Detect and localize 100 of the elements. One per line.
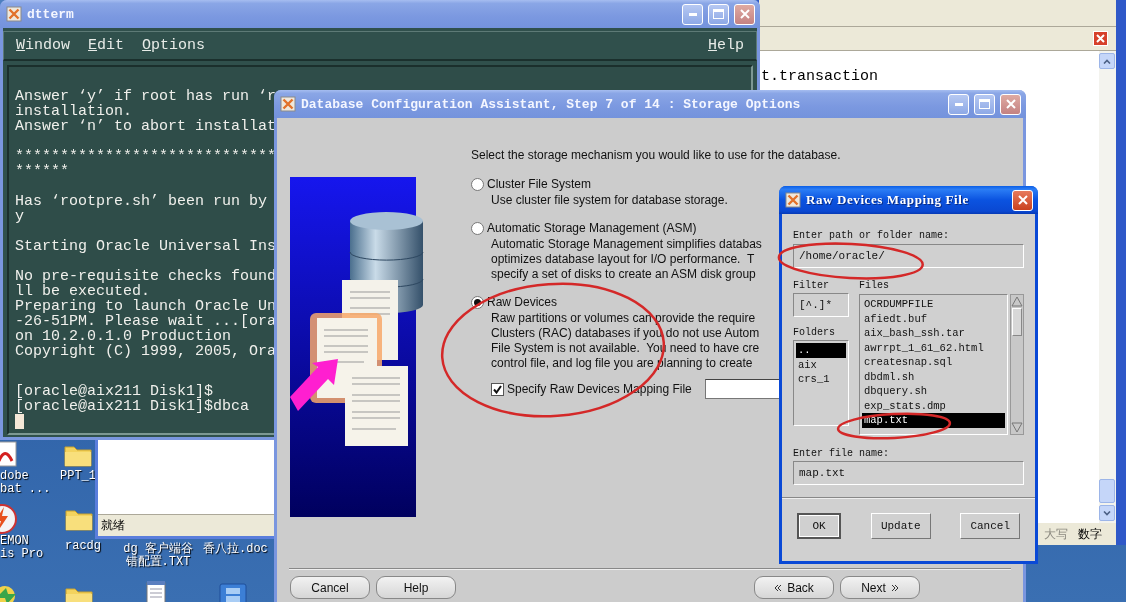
description-line: Automatic Storage Management simplifies databas xyxy=(491,237,762,252)
dialog-button[interactable]: Update xyxy=(870,513,931,539)
option-label[interactable]: Automatic Storage Management (ASM) xyxy=(487,221,697,235)
nav-button[interactable]: Next xyxy=(840,576,920,599)
maximize-button[interactable] xyxy=(708,3,729,25)
description-line: optimizes database layout for I/O performance. T xyxy=(491,252,755,267)
option-label[interactable]: Cluster File System xyxy=(487,177,592,191)
terminal-line: ***************************** xyxy=(15,149,277,164)
terminal-line: Has ‘rootpre.sh’ been run by xyxy=(15,194,268,209)
nav-button[interactable]: Back xyxy=(754,576,834,599)
field-label: Folders xyxy=(793,326,835,340)
terminal-line: Copyright (C) 1999, 2005, Ora xyxy=(15,344,277,359)
icon-label[interactable]: dg 客户端谷错配置.TXT xyxy=(122,543,194,569)
list-item[interactable]: .. xyxy=(796,343,846,358)
description-line: Use cluster file system for database storage. xyxy=(491,193,728,208)
list-item[interactable]: afiedt.buf xyxy=(862,311,1005,326)
terminal-line: [oracle@aix211 Disk1]$dbca xyxy=(15,399,250,414)
terminal-line: installation. xyxy=(15,104,133,119)
text-line: t.transaction xyxy=(761,68,880,85)
check-icon xyxy=(493,384,502,394)
list-item[interactable]: dbdml.sh xyxy=(862,369,1005,384)
scroll-up-icon[interactable] xyxy=(1103,58,1111,64)
maximize-button[interactable] xyxy=(974,93,995,115)
filter-field[interactable]: [^.]* xyxy=(793,293,849,317)
description-line: Raw partitions or volumes can provide the require xyxy=(491,311,756,326)
icon-label[interactable]: PPT_1 xyxy=(60,470,96,483)
list-item[interactable]: dbquery.sh xyxy=(862,384,1005,399)
path-field[interactable]: /home/oracle/ xyxy=(793,244,1024,268)
terminal-line: ****** xyxy=(15,164,69,179)
terminal-line: Answer ‘y’ if root has run ‘r xyxy=(15,89,277,104)
status-indicator: 大写 xyxy=(1044,525,1068,543)
close-button[interactable] xyxy=(1000,93,1021,115)
field-label: Enter path or folder name: xyxy=(793,229,950,243)
list-item[interactable]: awrrpt_1_61_62.html xyxy=(862,340,1005,355)
chevron-right-icon xyxy=(890,583,899,592)
field-label: Filter xyxy=(793,279,829,293)
minimize-button[interactable] xyxy=(682,3,703,25)
scroll-up-icon[interactable] xyxy=(1011,295,1023,307)
radio-button[interactable] xyxy=(471,177,484,191)
minimize-icon xyxy=(688,12,697,16)
notepad-icon[interactable] xyxy=(145,580,167,602)
dialog-button[interactable]: OK xyxy=(797,513,841,539)
window-icon xyxy=(6,6,22,22)
window-title: dtterm xyxy=(27,6,75,22)
list-item[interactable]: crs_1 xyxy=(796,372,846,387)
maximize-icon xyxy=(979,99,990,109)
icon-label[interactable]: racdg xyxy=(65,540,101,553)
close-icon xyxy=(739,9,750,19)
radio-button[interactable] xyxy=(471,221,484,235)
terminal-line: Starting Oracle Universal Ins xyxy=(15,239,277,254)
scrollbar[interactable] xyxy=(1099,51,1116,523)
terminal-line: y xyxy=(15,209,24,224)
field-label: Enter file name: xyxy=(793,447,889,461)
text-cursor xyxy=(15,414,24,429)
menu-item[interactable]: Options xyxy=(142,37,206,54)
close-button[interactable] xyxy=(1012,189,1033,211)
icon-label[interactable]: 香八拉.doc xyxy=(203,543,268,556)
icon-label[interactable]: dobe bat ... xyxy=(0,470,51,496)
film-icon[interactable] xyxy=(218,582,248,602)
terminal-line: ll be executed. xyxy=(15,284,151,299)
close-button[interactable] xyxy=(1093,31,1108,46)
terminal-line: on 10.2.0.1.0 Production xyxy=(15,329,232,344)
list-item[interactable]: aix_bash_ssh.tar xyxy=(862,326,1005,341)
window-icon xyxy=(280,96,296,112)
wizard-button[interactable]: Cancel xyxy=(290,576,370,599)
status-indicator: 数字 xyxy=(1078,525,1102,543)
dialog-button[interactable]: Cancel xyxy=(960,513,1020,539)
close-button[interactable] xyxy=(734,3,755,25)
maximize-icon xyxy=(713,9,724,19)
scroll-down-icon[interactable] xyxy=(1103,510,1111,516)
instruction-text: Select the storage mechanism you would like to use for the database. xyxy=(471,148,841,162)
icon-label[interactable]: EMON is Pro xyxy=(0,535,44,561)
menu-item[interactable]: Window xyxy=(16,37,71,54)
list-item[interactable]: exp_stats.dmp xyxy=(862,398,1005,413)
wizard-button[interactable]: Help xyxy=(376,576,456,599)
list-item[interactable]: OCRDUMPFILE xyxy=(862,297,1005,312)
close-icon xyxy=(1005,99,1016,109)
list-item[interactable]: createsnap.sql xyxy=(862,355,1005,370)
terminal-line: [oracle@aix211 Disk1]$ xyxy=(15,384,214,399)
field-label: Files xyxy=(859,279,889,293)
minimize-button[interactable] xyxy=(948,93,969,115)
status-text: 就绪 xyxy=(101,517,125,534)
window-title: Raw Devices Mapping File xyxy=(806,192,970,208)
window-icon xyxy=(785,192,801,208)
close-icon xyxy=(1096,34,1105,43)
scrollbar-thumb[interactable] xyxy=(1099,479,1115,503)
menu-item[interactable]: Edit xyxy=(88,37,125,54)
window-title: Database Configuration Assistant, Step 7 of 14 : Storage Options xyxy=(301,96,802,112)
file-name-field[interactable]: map.txt xyxy=(793,461,1024,485)
terminal-line: Answer ‘n’ to abort installat xyxy=(15,119,277,134)
list-item[interactable]: aix xyxy=(796,357,846,372)
close-icon xyxy=(1017,195,1028,205)
chevron-left-icon xyxy=(774,583,783,592)
scroll-down-icon[interactable] xyxy=(1011,422,1023,434)
terminal-line: -26-51PM. Please wait ...[ora xyxy=(15,314,277,329)
minimize-icon xyxy=(954,102,963,106)
description-line: specify a set of disks to create an ASM disk group xyxy=(491,267,756,282)
checkbox[interactable] xyxy=(491,382,504,396)
scrollbar[interactable] xyxy=(1010,294,1024,435)
menu-item[interactable]: Help xyxy=(707,37,744,54)
